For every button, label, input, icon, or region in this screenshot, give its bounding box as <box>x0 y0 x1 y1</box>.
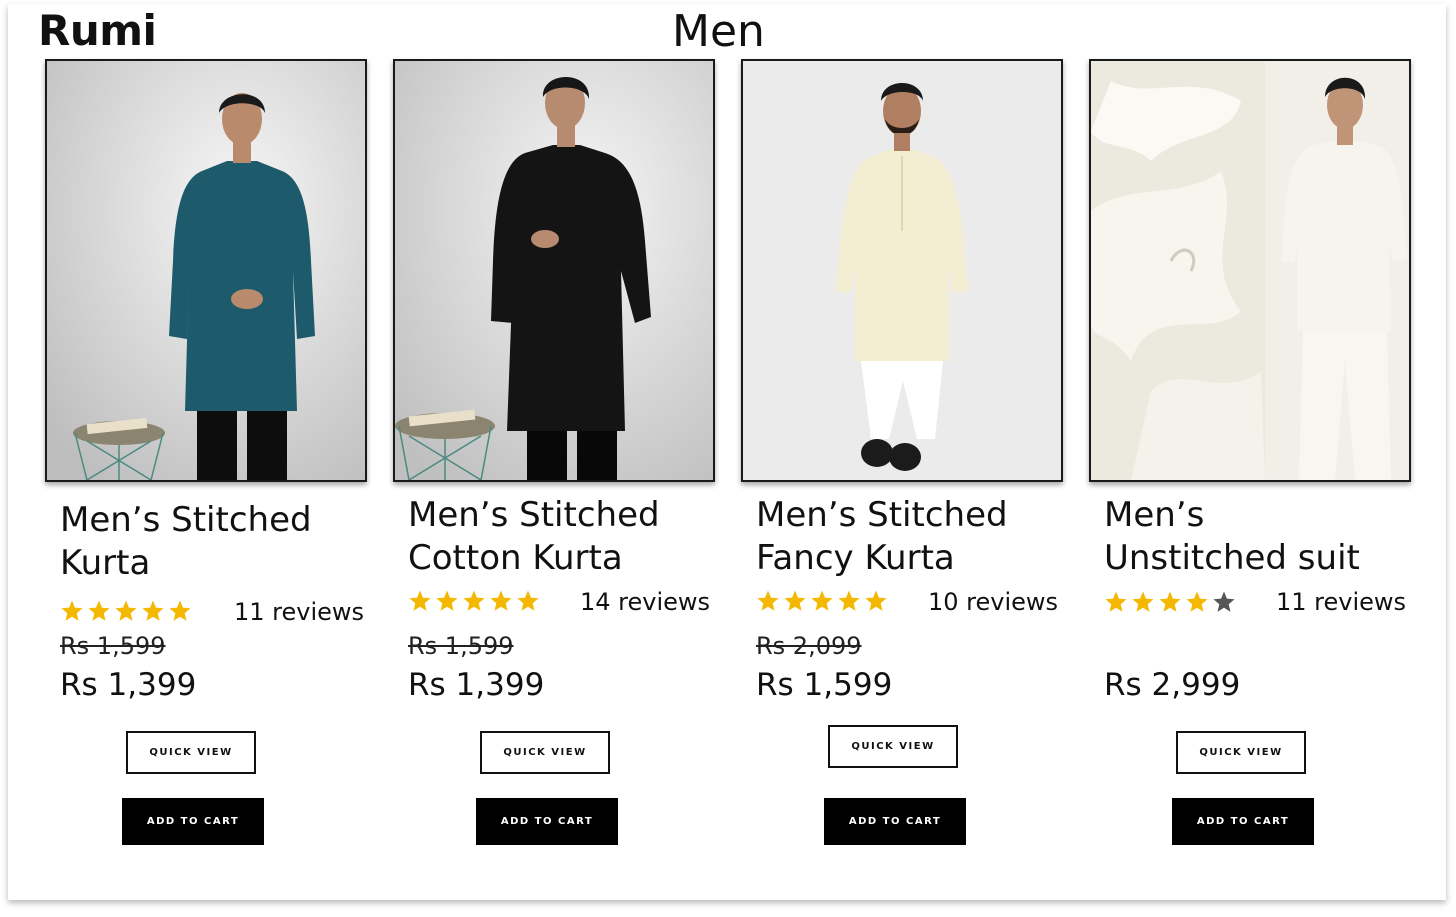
original-price: Rs 2,099 <box>756 632 862 660</box>
quick-view-button[interactable]: QUICK VIEW <box>828 725 958 768</box>
product-name-line: Fancy Kurta <box>756 538 955 578</box>
sale-price: Rs 1,399 <box>60 667 197 703</box>
sale-price: Rs 1,399 <box>408 667 545 703</box>
review-count[interactable]: 11 reviews <box>1276 588 1406 616</box>
product-image[interactable] <box>45 59 367 482</box>
star-filled-icon <box>865 590 887 611</box>
product-name[interactable]: Men’s Stitched Cotton Kurta <box>408 494 708 580</box>
star-filled-icon <box>1159 591 1181 612</box>
star-filled-icon <box>1132 591 1154 612</box>
review-count[interactable]: 14 reviews <box>580 588 710 616</box>
quick-view-button[interactable]: QUICK VIEW <box>126 731 256 774</box>
product-name[interactable]: Men’s Stitched Kurta <box>60 499 360 585</box>
product-name-line: Men’s Stitched <box>408 495 660 535</box>
product-card: Men’s Unstitched suit 11 reviews Rs 2,99… <box>1089 59 1411 845</box>
product-image[interactable] <box>1089 59 1411 482</box>
quick-view-button[interactable]: QUICK VIEW <box>480 731 610 774</box>
original-price: Rs 1,599 <box>408 632 514 660</box>
product-card: Men’s Stitched Cotton Kurta 14 reviews R… <box>393 59 715 845</box>
star-filled-icon <box>757 590 779 611</box>
star-filled-icon <box>61 600 83 621</box>
original-price: Rs 1,599 <box>60 632 166 660</box>
star-filled-icon <box>1186 591 1208 612</box>
star-filled-icon <box>169 600 191 621</box>
product-name-line: Men’s <box>1104 495 1205 535</box>
product-card: Men’s Stitched Fancy Kurta 10 reviews Rs… <box>741 59 1063 845</box>
product-name-line: Unstitched suit <box>1104 538 1360 578</box>
product-name-line: Men’s Stitched <box>756 495 1008 535</box>
product-image[interactable] <box>393 59 715 482</box>
star-filled-icon <box>88 600 110 621</box>
category-title: Men <box>672 6 765 57</box>
star-filled-icon <box>490 590 512 611</box>
add-to-cart-button[interactable]: ADD TO CART <box>1172 798 1314 845</box>
product-name-line: Kurta <box>60 543 151 583</box>
product-name[interactable]: Men’s Unstitched suit <box>1104 494 1404 580</box>
product-name-line: Men’s Stitched <box>60 500 312 540</box>
product-name[interactable]: Men’s Stitched Fancy Kurta <box>756 494 1056 580</box>
quick-view-button[interactable]: QUICK VIEW <box>1176 731 1306 774</box>
brand-logo[interactable]: Rumi <box>38 6 157 55</box>
sale-price: Rs 2,999 <box>1104 667 1241 703</box>
star-filled-icon <box>784 590 806 611</box>
star-empty-icon <box>1213 591 1235 612</box>
rating-stars <box>1104 590 1236 614</box>
rating-stars <box>408 589 540 613</box>
star-filled-icon <box>115 600 137 621</box>
review-count[interactable]: 10 reviews <box>928 588 1058 616</box>
add-to-cart-button[interactable]: ADD TO CART <box>476 798 618 845</box>
star-filled-icon <box>142 600 164 621</box>
star-filled-icon <box>463 590 485 611</box>
rating-stars <box>60 599 192 623</box>
star-filled-icon <box>436 590 458 611</box>
product-name-line: Cotton Kurta <box>408 538 623 578</box>
add-to-cart-button[interactable]: ADD TO CART <box>824 798 966 845</box>
star-filled-icon <box>1105 591 1127 612</box>
rating-stars <box>756 589 888 613</box>
add-to-cart-button[interactable]: ADD TO CART <box>122 798 264 845</box>
star-filled-icon <box>409 590 431 611</box>
star-filled-icon <box>517 590 539 611</box>
review-count[interactable]: 11 reviews <box>234 598 364 626</box>
star-filled-icon <box>838 590 860 611</box>
product-image[interactable] <box>741 59 1063 482</box>
star-filled-icon <box>811 590 833 611</box>
product-card: Men’s Stitched Kurta 11 reviews Rs 1,599… <box>45 59 367 845</box>
sale-price: Rs 1,599 <box>756 667 893 703</box>
